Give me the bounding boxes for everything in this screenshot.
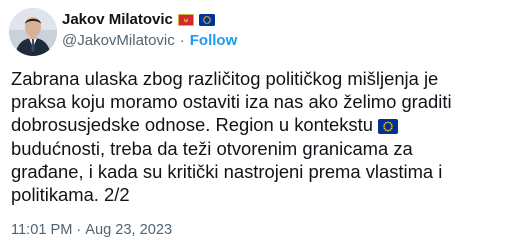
tweet-card: Jakov Milatovic @JakovMilatovic · Follow… <box>0 0 532 247</box>
profile-photo-avatar <box>9 8 57 56</box>
tweet-header: Jakov Milatovic @JakovMilatovic · Follow <box>62 8 522 56</box>
tweet-date: Aug 23, 2023 <box>85 222 173 238</box>
tweet-timestamp[interactable]: 11:01 PM · Aug 23, 2023 <box>11 220 172 240</box>
tweet-text: Zabrana ulaska zbog različitog političko… <box>11 67 511 206</box>
montenegro-flag-icon <box>177 14 194 26</box>
tweet-text-part-2: budućnosti, treba da teži otvorenim gran… <box>11 137 443 206</box>
handle-row: @JakovMilatovic · Follow <box>62 31 237 51</box>
author-display-name[interactable]: Jakov Milatovic <box>62 10 173 30</box>
eu-flag-icon <box>198 14 215 26</box>
timestamp-separator: · <box>76 222 82 238</box>
author-avatar[interactable] <box>9 8 57 56</box>
follow-button[interactable]: Follow <box>190 31 238 51</box>
tweet-time: 11:01 PM <box>11 222 73 238</box>
eu-flag-icon <box>378 119 399 135</box>
author-handle[interactable]: @JakovMilatovic <box>62 31 175 51</box>
name-row: Jakov Milatovic <box>62 10 215 30</box>
handle-separator: · <box>179 32 185 49</box>
